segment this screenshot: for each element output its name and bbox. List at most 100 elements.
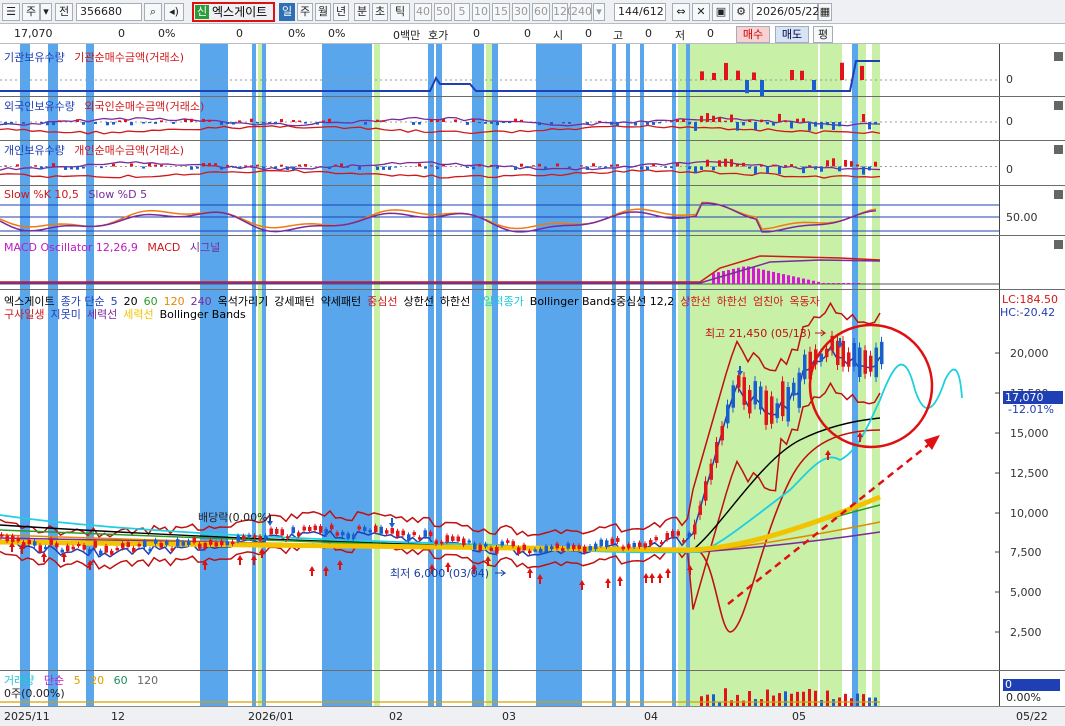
x-label-2026-01: 2026/01 (248, 710, 294, 723)
flow-bar (868, 122, 871, 130)
interval-dropdown[interactable]: ▾ (593, 3, 605, 21)
interval-40[interactable]: 40 (414, 3, 432, 21)
flow-bar (304, 122, 307, 124)
interval-60[interactable]: 60 (532, 3, 550, 21)
flow-bar (208, 163, 211, 167)
buy-signal-arrow (617, 576, 623, 586)
date-input[interactable]: 2026/05/22 (752, 3, 819, 21)
period-band (678, 290, 686, 670)
panel-collapse-icon[interactable] (1054, 52, 1063, 61)
candle-body (214, 542, 218, 547)
volume-bar (784, 691, 787, 706)
flow-bar (508, 122, 511, 124)
slow-d-legend: Slow %D 5 (88, 188, 148, 201)
flow-bar (808, 122, 811, 131)
period-band (436, 290, 442, 670)
candle-body (627, 544, 631, 549)
period-band (374, 186, 380, 235)
menu-icon[interactable]: ☰ (2, 3, 20, 21)
institution-netbuy-legend: 기관순매수금액(거래소) (74, 51, 185, 64)
speaker-icon[interactable]: ◂) (164, 3, 184, 21)
flow-bar (292, 119, 295, 122)
period-band (686, 186, 690, 235)
flow-bar (862, 166, 865, 175)
page-counter[interactable]: 144/612 (614, 3, 666, 21)
period-month[interactable]: 월 (315, 3, 331, 21)
calendar-icon[interactable]: ▦ (818, 3, 832, 21)
interval-240[interactable]: 240 (570, 3, 592, 21)
period-band (686, 97, 690, 140)
candle-body (401, 530, 405, 536)
interval-5[interactable]: 5 (454, 3, 470, 21)
flow-bar (340, 163, 343, 167)
candle-body (858, 347, 862, 378)
stock-name-box[interactable]: 신 엑스게이트 (192, 2, 275, 22)
hc-label: HC:-20.42 (1000, 306, 1056, 319)
panel-collapse-icon[interactable] (1054, 101, 1063, 110)
period-second[interactable]: 초 (372, 3, 388, 21)
panel-collapse-icon[interactable] (1054, 190, 1063, 199)
period-band (640, 236, 644, 289)
volume-ma5-legend: 5 (73, 674, 81, 687)
candle-body (0, 534, 4, 537)
prev-button[interactable]: 전 (55, 3, 73, 21)
prefix-button[interactable]: 주 (22, 3, 40, 21)
interval-15[interactable]: 15 (492, 3, 510, 21)
panel-collapse-icon[interactable] (1054, 240, 1063, 249)
interval-50[interactable]: 50 (434, 3, 452, 21)
candle-body (269, 528, 273, 535)
legend-item: 세력선 (123, 308, 154, 321)
flow-bar (796, 118, 799, 122)
macd-osc-bar (827, 283, 830, 284)
settings-icon[interactable]: ⚙ (732, 3, 750, 21)
period-band (200, 290, 228, 670)
flow-bar (232, 122, 235, 125)
candle-body (291, 527, 295, 534)
flow-bar (304, 164, 307, 167)
foreign-y-zero: 0 (1006, 115, 1013, 128)
average-button[interactable]: 평 (813, 26, 833, 43)
period-band (322, 671, 372, 706)
period-year[interactable]: 년 (333, 3, 349, 21)
interval-30[interactable]: 30 (512, 3, 530, 21)
prefix-dropdown[interactable]: ▾ (40, 3, 52, 21)
period-minute[interactable]: 분 (354, 3, 370, 21)
macd-osc-bar (797, 277, 800, 284)
period-week[interactable]: 주 (297, 3, 313, 21)
interval-120[interactable]: 120 (552, 3, 574, 21)
period-band (374, 290, 380, 670)
crosshair-icon[interactable]: ✕ (692, 3, 710, 21)
period-day[interactable]: 일 (279, 3, 295, 21)
period-band (428, 290, 434, 670)
interval-10[interactable]: 10 (472, 3, 490, 21)
legend-item: 지못미 (50, 308, 81, 321)
candle-body (71, 546, 75, 550)
low-label: 저 (675, 29, 686, 42)
legend-item: 상한선 (680, 295, 711, 308)
candle-body (374, 525, 378, 533)
flow-bar (562, 122, 565, 124)
flow-bar (442, 119, 445, 122)
stock-code-input[interactable]: 356680 (76, 3, 142, 21)
period-band (612, 186, 616, 235)
period-band (200, 186, 228, 235)
flow-bar (742, 162, 745, 167)
buy-button[interactable]: 매수 (736, 26, 770, 43)
high-label: 고 (613, 29, 624, 42)
flow-bar (688, 166, 691, 170)
period-band (678, 236, 686, 289)
macd-osc-bar (752, 267, 755, 284)
sell-button[interactable]: 매도 (775, 26, 809, 43)
period-tick[interactable]: 틱 (390, 3, 410, 21)
flow-bar (706, 159, 709, 167)
flow-bar (148, 122, 151, 124)
save-icon[interactable]: ▣ (712, 3, 730, 21)
low-value: 0 (707, 27, 714, 40)
candle-body (583, 546, 587, 553)
search-icon[interactable]: ⌕ (144, 3, 162, 21)
x-label-03: 03 (502, 710, 516, 723)
zoom-icon[interactable]: ⇔ (672, 3, 690, 21)
panel-collapse-icon[interactable] (1054, 145, 1063, 154)
dividend-annotation: 배당락(0.00%) (198, 511, 272, 524)
flow-bar (106, 122, 109, 126)
